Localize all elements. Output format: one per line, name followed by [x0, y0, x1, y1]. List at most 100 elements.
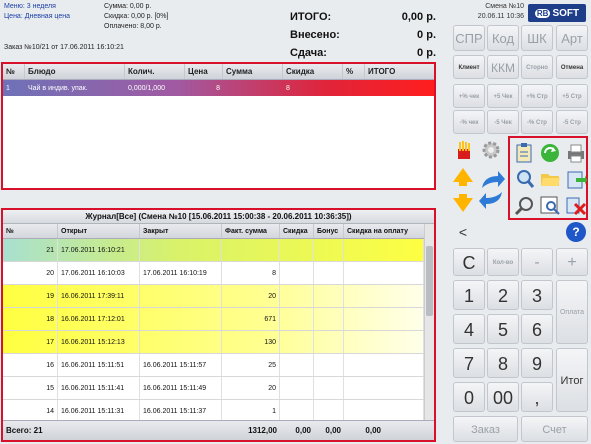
- row3-button-1[interactable]: +5 Чек: [487, 84, 519, 108]
- plus-button[interactable]: +: [556, 248, 588, 276]
- digit-button-9[interactable]: 9: [521, 348, 553, 378]
- row4-button-0[interactable]: -% чек: [453, 110, 485, 134]
- digit-button-7[interactable]: 7: [453, 348, 485, 378]
- journal-cell: [280, 285, 314, 307]
- preview-icon[interactable]: [539, 194, 561, 216]
- journal-cell: 17.06.2011 16:10:21: [58, 239, 140, 261]
- journal-cell: 20: [222, 285, 280, 307]
- qty-button[interactable]: Кол-во: [487, 248, 519, 276]
- journal-cell: 16.06.2011 15:11:31: [58, 400, 140, 422]
- total-row: ИТОГО: 0,00 р.: [290, 11, 436, 23]
- journal-cell: 21: [3, 239, 58, 261]
- order-grid[interactable]: № Блюдо Колич. Цена Сумма Скидка % ИТОГО…: [1, 62, 436, 190]
- digit-button-,[interactable]: ,: [521, 382, 553, 412]
- journal-cell: [314, 285, 344, 307]
- journal-cell: 671: [222, 308, 280, 330]
- journal-grid[interactable]: Журнал[Все] (Смена №10 [15.06.2011 15:00…: [1, 208, 436, 442]
- order-button[interactable]: Заказ: [453, 416, 518, 442]
- row4-button-2[interactable]: -% Стр: [521, 110, 553, 134]
- row2-button-3[interactable]: Отмена: [556, 55, 588, 79]
- pay-button[interactable]: Оплата: [556, 280, 588, 344]
- help-button[interactable]: ?: [566, 222, 586, 242]
- minus-button[interactable]: -: [521, 248, 553, 276]
- journal-cell: [140, 239, 222, 261]
- digit-button-6[interactable]: 6: [521, 314, 553, 344]
- journal-cell: 18: [3, 308, 58, 330]
- journal-cell: [314, 354, 344, 376]
- shift-info: Смена №10 20.06.11 10:36: [440, 2, 524, 22]
- search-user-icon[interactable]: [514, 168, 536, 190]
- journal-row[interactable]: 20 17.06.2011 16:10:03 17.06.2011 16:10:19…: [3, 262, 434, 285]
- up-down-arrows-icon[interactable]: [451, 166, 475, 214]
- row2-button-1[interactable]: ККМ: [487, 55, 519, 79]
- top-button-1[interactable]: Код: [487, 25, 519, 51]
- journal-row[interactable]: 15 16.06.2011 15:11:41 16.06.2011 15:11:49…: [3, 377, 434, 400]
- total-button[interactable]: Итог: [556, 348, 588, 412]
- journal-title: Журнал[Все] (Смена №10 [15.06.2011 15:00…: [3, 210, 434, 224]
- digit-button-8[interactable]: 8: [487, 348, 519, 378]
- digit-button-5[interactable]: 5: [487, 314, 519, 344]
- journal-cell: [344, 354, 424, 376]
- journal-row[interactable]: 17 16.06.2011 15:12:13 130: [3, 331, 434, 354]
- row3-button-3[interactable]: +5 Стр: [556, 84, 588, 108]
- row2-button-2[interactable]: Сторно: [521, 55, 553, 79]
- printer-icon[interactable]: [565, 142, 587, 164]
- row2-button-0[interactable]: Клиент: [453, 55, 485, 79]
- price-label: Цена: Дневная цена: [4, 13, 71, 20]
- journal-cell: [344, 262, 424, 284]
- journal-header: № Открыт Закрыт Факт. сумма Скидка Бонус…: [3, 224, 434, 239]
- row4-button-1[interactable]: -5 Чек: [487, 110, 519, 134]
- journal-cell: 8: [222, 262, 280, 284]
- journal-row[interactable]: 19 16.06.2011 17:39:11 20: [3, 285, 434, 308]
- journal-cell: 16.06.2011 17:12:01: [58, 308, 140, 330]
- swap-arrows-icon[interactable]: [478, 168, 506, 212]
- settings-gear-icon[interactable]: [480, 139, 502, 161]
- order-info: Заказ №10/21 от 17.06.2011 16:10:21: [4, 44, 124, 51]
- export-icon[interactable]: [565, 168, 587, 190]
- journal-row[interactable]: 16 16.06.2011 15:11:51 16.06.2011 15:11:57…: [3, 354, 434, 377]
- digit-button-3[interactable]: 3: [521, 280, 553, 310]
- journal-cell: [314, 400, 344, 422]
- journal-cell: [140, 308, 222, 330]
- journal-cell: [140, 285, 222, 307]
- top-button-0[interactable]: СПР: [453, 25, 485, 51]
- scrollbar-thumb[interactable]: [426, 246, 433, 316]
- top-button-2[interactable]: ШК: [521, 25, 553, 51]
- bill-button[interactable]: Счет: [521, 416, 588, 442]
- journal-cell: [344, 331, 424, 353]
- journal-cell: 16.06.2011 15:11:41: [58, 377, 140, 399]
- paid-label: Оплачено: 8,00 р.: [104, 23, 162, 30]
- journal-cell: 16: [3, 354, 58, 376]
- journal-row[interactable]: 21 17.06.2011 16:10:21: [3, 239, 434, 262]
- journal-cell: [344, 400, 424, 422]
- journal-cell: 130: [222, 331, 280, 353]
- discount-label: Скидка: 0,00 р. [0%]: [104, 13, 169, 20]
- digit-button-1[interactable]: 1: [453, 280, 485, 310]
- row3-button-0[interactable]: +% чек: [453, 84, 485, 108]
- journal-row[interactable]: 18 16.06.2011 17:12:01 671: [3, 308, 434, 331]
- row4-button-3[interactable]: -5 Стр: [556, 110, 588, 134]
- back-button[interactable]: <: [453, 222, 473, 242]
- journal-cell: 16.06.2011 15:11:57: [140, 354, 222, 376]
- digit-button-4[interactable]: 4: [453, 314, 485, 344]
- deposited-row: Внесено: 0 р.: [290, 29, 436, 41]
- journal-scrollbar[interactable]: [424, 224, 434, 436]
- clipboard-icon[interactable]: [514, 142, 534, 164]
- delete-icon[interactable]: [565, 194, 587, 216]
- digit-button-00[interactable]: 00: [487, 382, 519, 412]
- journal-rows: 21 17.06.2011 16:10:21 20 17.06.2011 16:10:…: [3, 239, 434, 423]
- clear-button[interactable]: C: [453, 248, 485, 276]
- fries-icon[interactable]: [453, 139, 475, 161]
- folder-icon[interactable]: [539, 168, 561, 190]
- top-button-3[interactable]: Арт: [556, 25, 588, 51]
- zoom-icon[interactable]: [514, 194, 536, 216]
- shift-number: Смена №10: [485, 3, 524, 10]
- menu-label: Меню: 3 неделя: [4, 3, 56, 10]
- row3-button-2[interactable]: +% Стр: [521, 84, 553, 108]
- tool-icons-group: [508, 136, 588, 220]
- order-row-selected[interactable]: 1 Чай в индив. упак. 0,000/1,000 8 8: [3, 80, 434, 96]
- digit-button-0[interactable]: 0: [453, 382, 485, 412]
- digit-button-2[interactable]: 2: [487, 280, 519, 310]
- journal-cell: [314, 331, 344, 353]
- refresh-icon[interactable]: [539, 142, 561, 164]
